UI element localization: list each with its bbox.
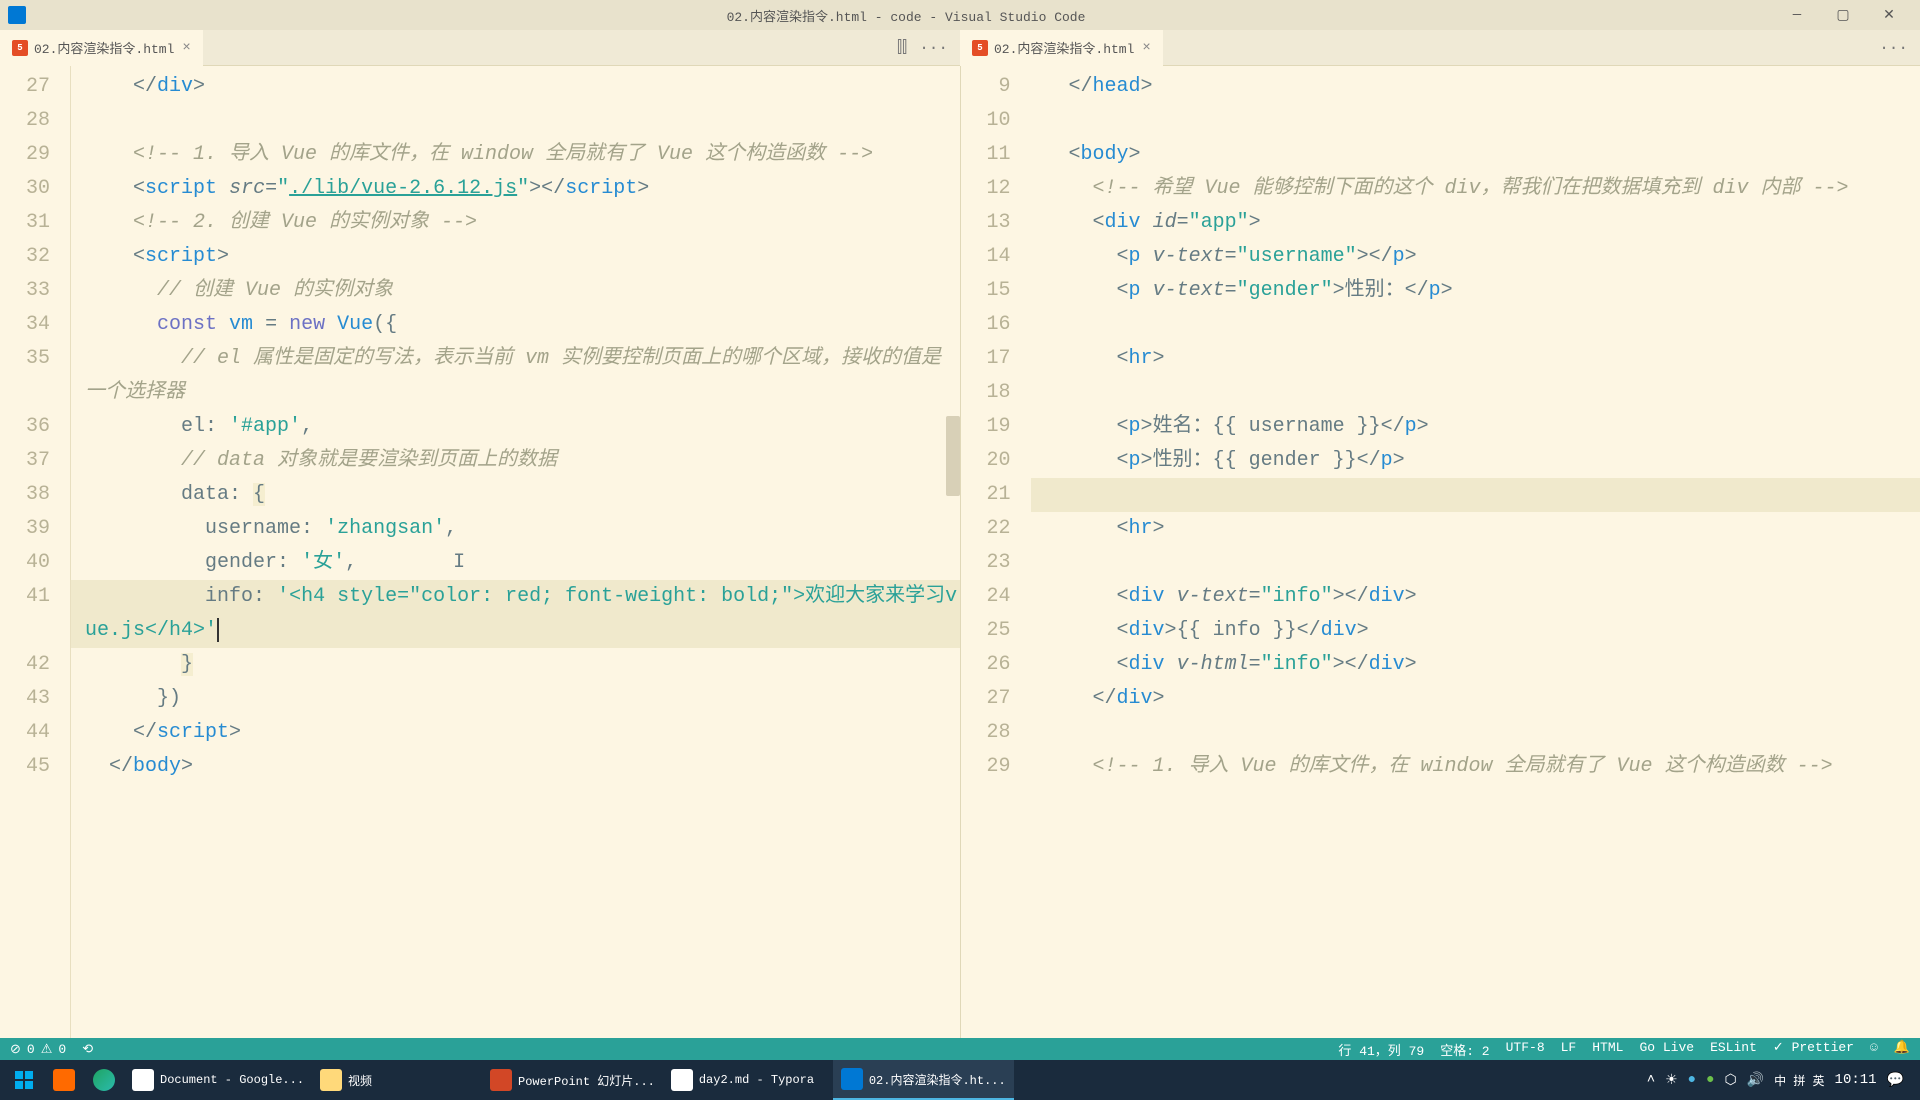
close-window-button[interactable]: ✕: [1866, 0, 1912, 30]
taskbar-item[interactable]: 视频: [312, 1060, 482, 1100]
maximize-button[interactable]: ▢: [1820, 0, 1866, 30]
window-controls: — ▢ ✕: [1774, 0, 1912, 30]
taskbar-app[interactable]: [44, 1060, 84, 1100]
feedback-icon[interactable]: ☺: [1870, 1040, 1878, 1059]
html-file-icon: 5: [972, 40, 988, 56]
system-tray[interactable]: ˄ ☀ ● ● ⬡ 🔊 中 拼 英 10:11 💬: [1647, 1072, 1916, 1089]
start-button[interactable]: [4, 1060, 44, 1100]
encoding-status[interactable]: UTF-8: [1506, 1040, 1545, 1059]
tray-weather-icon[interactable]: ☀: [1665, 1072, 1678, 1089]
scrollbar-thumb[interactable]: [946, 416, 960, 496]
taskbar-item[interactable]: Document - Google...: [124, 1060, 312, 1100]
clock[interactable]: 10:11: [1835, 1072, 1877, 1088]
titlebar: 02.内容渲染指令.html - code - Visual Studio Co…: [0, 0, 1920, 30]
error-icon: ⊘: [10, 1042, 21, 1057]
left-editor-pane[interactable]: 27282930313233343536373839404142434445 <…: [0, 66, 961, 1038]
close-tab-icon[interactable]: ×: [182, 40, 190, 56]
split-editor-icon[interactable]: ⫿⫿: [897, 39, 907, 57]
code-lines[interactable]: </head> <body> <!-- 希望 Vue 能够控制下面的这个 div…: [1031, 66, 1920, 1038]
windows-taskbar: Document - Google...视频PowerPoint 幻灯片...d…: [0, 1060, 1920, 1100]
tray-chevron-icon[interactable]: ˄: [1647, 1072, 1655, 1088]
tab-right-file[interactable]: 5 02.内容渲染指令.html ×: [960, 30, 1163, 66]
problems-indicator[interactable]: ⊘0 ⚠0: [10, 1042, 66, 1057]
editor-split: 27282930313233343536373839404142434445 <…: [0, 66, 1920, 1038]
html-file-icon: 5: [12, 40, 28, 56]
code-lines[interactable]: </div> <!-- 1. 导入 Vue 的库文件，在 window 全局就有…: [70, 66, 960, 1038]
tray-icon[interactable]: ⬡: [1724, 1072, 1736, 1089]
close-tab-icon[interactable]: ×: [1142, 40, 1150, 56]
taskbar-item[interactable]: day2.md - Typora: [663, 1060, 833, 1100]
more-actions-icon[interactable]: ···: [1879, 39, 1908, 57]
tray-icon[interactable]: ●: [1706, 1072, 1714, 1088]
tab-label: 02.内容渲染指令.html: [34, 38, 174, 57]
notification-center-icon[interactable]: 💬: [1887, 1072, 1904, 1089]
right-editor-pane[interactable]: 9101112131415161718192021222324252627282…: [961, 66, 1920, 1038]
right-tabbar: 5 02.内容渲染指令.html × ···: [960, 30, 1920, 66]
statusbar: ⊘0 ⚠0 ⟲ 行 41，列 79 空格: 2 UTF-8 LF HTML Go…: [0, 1038, 1920, 1060]
minimize-button[interactable]: —: [1774, 0, 1820, 30]
window-title: 02.内容渲染指令.html - code - Visual Studio Co…: [38, 6, 1774, 25]
go-live-button[interactable]: Go Live: [1639, 1040, 1694, 1059]
left-tabbar: 5 02.内容渲染指令.html × ⫿⫿ ···: [0, 30, 960, 66]
ports-icon[interactable]: ⟲: [82, 1042, 93, 1057]
tab-left-file[interactable]: 5 02.内容渲染指令.html ×: [0, 30, 203, 66]
taskbar-item[interactable]: 02.内容渲染指令.ht...: [833, 1060, 1014, 1100]
tab-label: 02.内容渲染指令.html: [994, 38, 1134, 57]
tray-icon[interactable]: ●: [1688, 1072, 1696, 1088]
tray-volume-icon[interactable]: 🔊: [1747, 1072, 1764, 1089]
taskbar-item[interactable]: PowerPoint 幻灯片...: [482, 1060, 663, 1100]
eol-status[interactable]: LF: [1561, 1040, 1577, 1059]
ime-indicator[interactable]: 中 拼 英: [1774, 1072, 1824, 1089]
warning-icon: ⚠: [41, 1042, 53, 1057]
cursor-position[interactable]: 行 41，列 79: [1338, 1040, 1424, 1059]
line-gutter: 9101112131415161718192021222324252627282…: [961, 66, 1031, 1038]
line-gutter: 27282930313233343536373839404142434445: [0, 66, 70, 1038]
indent-status[interactable]: 空格: 2: [1440, 1040, 1489, 1059]
language-mode[interactable]: HTML: [1592, 1040, 1623, 1059]
more-actions-icon[interactable]: ···: [919, 39, 948, 57]
prettier-status[interactable]: ✓ Prettier: [1773, 1040, 1854, 1059]
vscode-logo-icon: [8, 6, 26, 24]
taskbar-app[interactable]: [84, 1060, 124, 1100]
eslint-status[interactable]: ESLint: [1710, 1040, 1757, 1059]
notifications-icon[interactable]: 🔔: [1894, 1040, 1910, 1059]
